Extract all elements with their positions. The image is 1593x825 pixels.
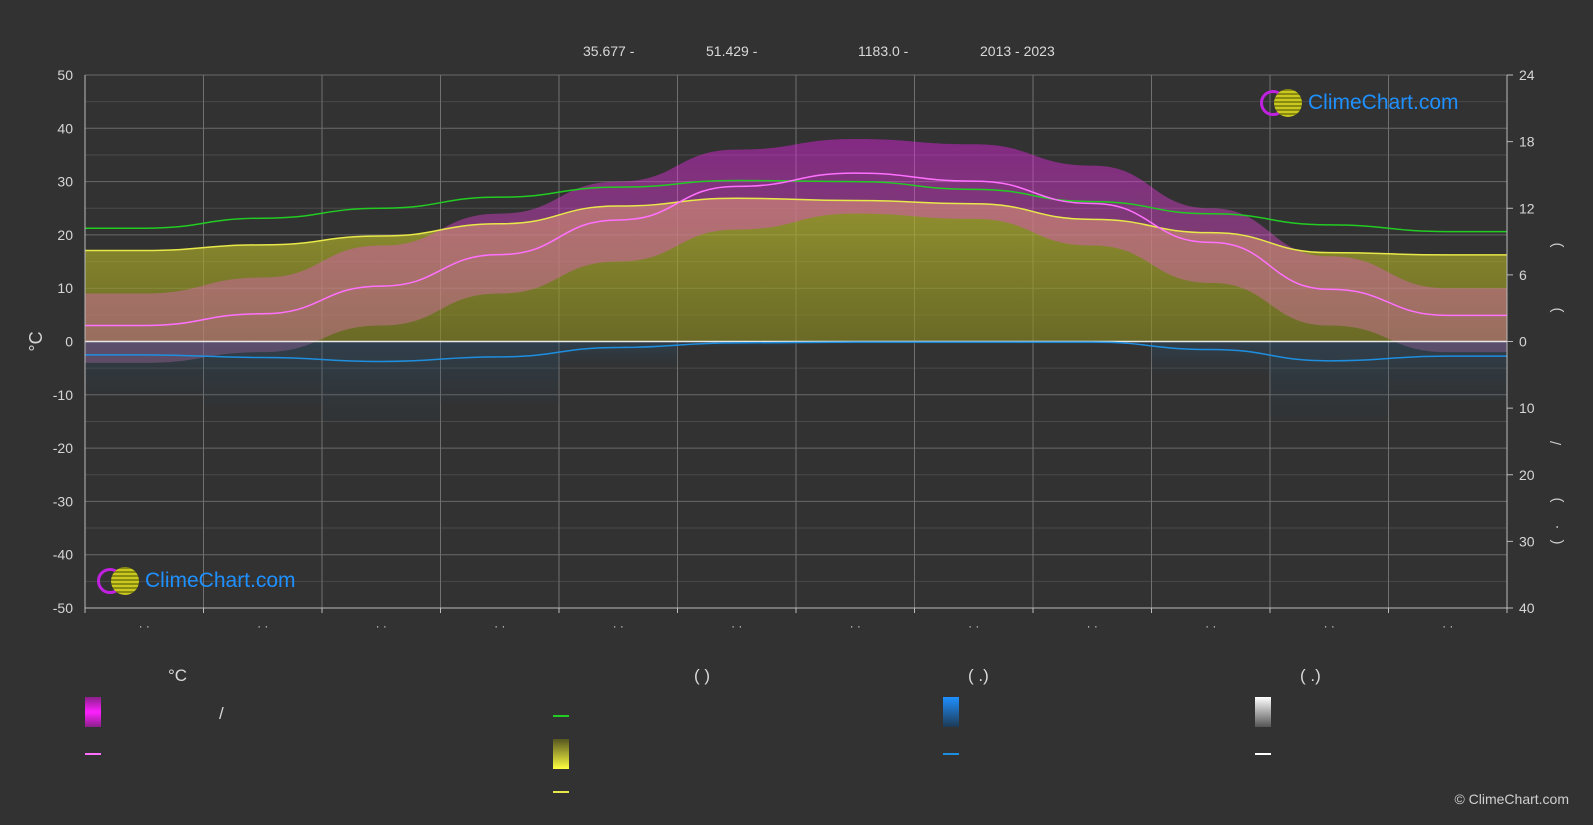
copyright: © ClimeChart.com (1454, 791, 1569, 807)
legend-swatches (85, 697, 1271, 793)
legend-temp-range-swatch (85, 697, 101, 727)
logo-text: ClimeChart.com (1308, 91, 1459, 114)
y-right-top-tick-label: 0 (1519, 334, 1527, 350)
y-left-tick-label: 20 (57, 227, 73, 243)
legend-sunshine-swatch (553, 739, 569, 769)
y-right-unit-mark: ( (1548, 540, 1565, 545)
rain-bar (1270, 341, 1389, 419)
y-right-unit-mark: ) (1548, 243, 1565, 248)
y-right-unit-mark: / (1548, 440, 1565, 445)
logo-text: ClimeChart.com (145, 569, 296, 592)
y-left-tick-label: 50 (57, 67, 73, 83)
month-tick-label: · · (731, 619, 742, 633)
month-tick-label: · · (1087, 619, 1098, 633)
month-tick-label: · · (257, 619, 268, 633)
month-tick-label: · · (139, 619, 150, 633)
y-right-unit-mark: · (1548, 525, 1565, 530)
rain-bar (322, 341, 441, 422)
y-left-tick-label: -40 (53, 547, 73, 563)
rain-bar (203, 341, 322, 406)
y-right-top-tick-label: 12 (1519, 200, 1535, 216)
y-left-tick-label: 40 (57, 120, 73, 136)
y-right-bottom-tick-label: 20 (1519, 467, 1535, 483)
legend-snow-swatch (1255, 697, 1271, 727)
y-right-bottom-tick-label: 10 (1519, 400, 1535, 416)
month-tick-label: · · (494, 619, 505, 633)
climate-chart: 50 40 30 20 10 0 -10 -20 -30 -40 -50 · · · · · · · · · … (26, 67, 1565, 793)
month-tick-label: · · (1205, 619, 1216, 633)
logo-sun-icon (1274, 89, 1302, 117)
y-right-top-tick-label: 18 (1519, 134, 1535, 150)
y-left-tick-label: -30 (53, 493, 73, 509)
y-left-tick-label: -20 (53, 440, 73, 456)
y-right-bottom-tick-label: 40 (1519, 600, 1535, 616)
y-right-unit-mark: ) (1548, 308, 1565, 313)
rain-bar (440, 341, 559, 403)
y-left-tick-label: 10 (57, 280, 73, 296)
rain-bar (1151, 341, 1270, 374)
rain-bar (1388, 341, 1507, 401)
y-left-tick-label: 0 (65, 334, 73, 350)
logo-bottom: ClimeChart.com (97, 567, 296, 595)
y-right-top-tick-label: 6 (1519, 267, 1527, 283)
y-left-unit-label: °C (26, 331, 46, 351)
legend-rain-swatch (943, 697, 959, 727)
y-right-top-tick-label: 24 (1519, 67, 1535, 83)
y-right-unit-mark: ) (1548, 498, 1565, 503)
logo-top: ClimeChart.com (1260, 89, 1459, 117)
month-tick-label: · · (376, 619, 387, 633)
y-left-tick-label: -50 (53, 600, 73, 616)
y-left-tick-label: 30 (57, 174, 73, 190)
rain-bar (85, 341, 204, 395)
y-left-tick-label: -10 (53, 387, 73, 403)
month-tick-label: · · (1442, 619, 1453, 633)
y-right-bottom-tick-label: 30 (1519, 533, 1535, 549)
rain-bar (559, 341, 678, 366)
month-tick-label: · · (850, 619, 861, 633)
month-tick-label: · · (968, 619, 979, 633)
logo-sun-icon (111, 567, 139, 595)
month-tick-label: · · (1324, 619, 1335, 633)
month-tick-label: · · (613, 619, 624, 633)
